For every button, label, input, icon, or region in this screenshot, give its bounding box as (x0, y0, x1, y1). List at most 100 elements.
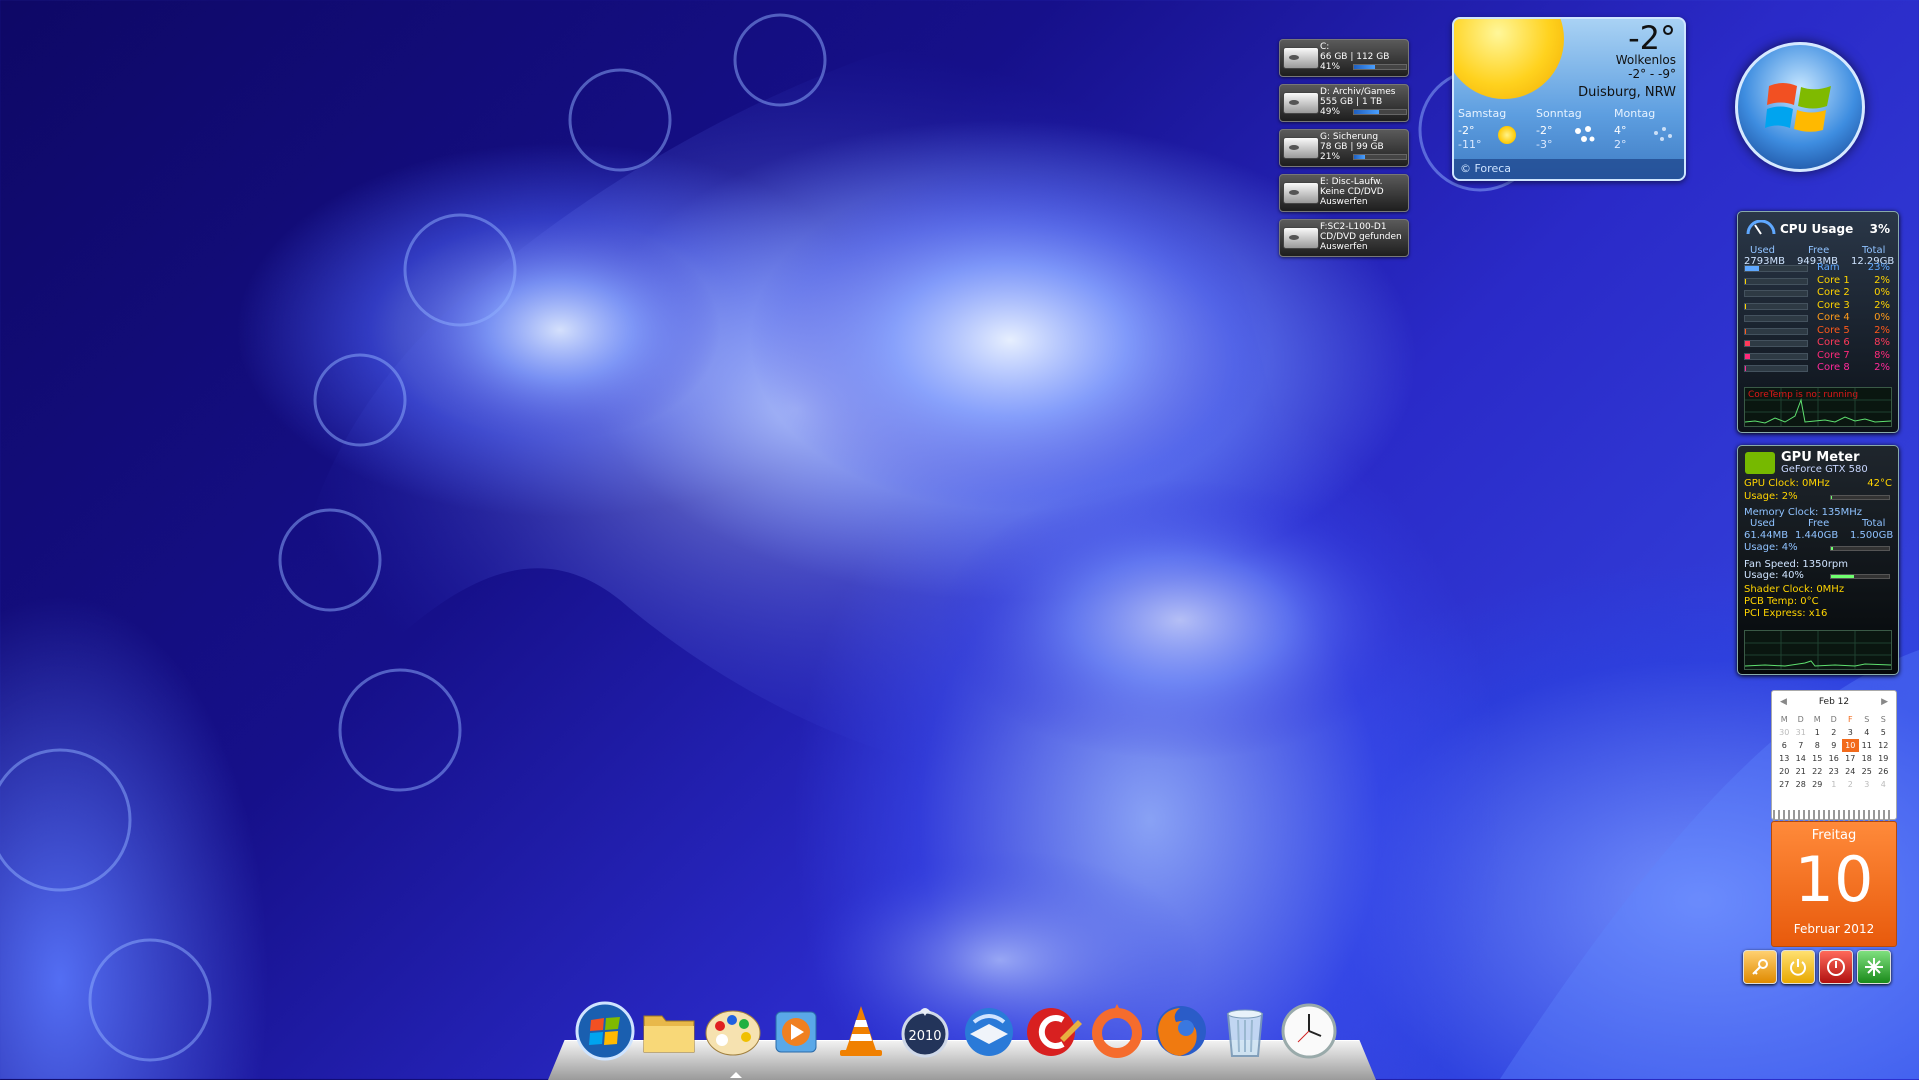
calendar-day[interactable]: 16 (1826, 752, 1843, 765)
media-player-icon (775, 1011, 817, 1053)
calendar-day[interactable]: 3 (1842, 726, 1859, 739)
calendar-day[interactable]: 22 (1809, 765, 1826, 778)
calendar-day[interactable]: 29 (1809, 778, 1826, 791)
shutdown-button[interactable] (1819, 950, 1853, 984)
calendar-day[interactable]: 30 (1776, 726, 1793, 739)
gpu-usage: Usage: 2% (1744, 491, 1798, 502)
sun-icon (1454, 19, 1564, 99)
cpu-row-value: 0% (1874, 312, 1890, 323)
calendar-day[interactable]: 8 (1809, 739, 1826, 752)
cpu-usage-gadget[interactable]: CPU Usage 3% Used Free Total 2793MB 9493… (1737, 211, 1899, 433)
calendar-day[interactable]: 2 (1826, 726, 1843, 739)
calendar-day[interactable]: 2 (1842, 778, 1859, 791)
calendar-day[interactable]: 11 (1859, 739, 1876, 752)
drive-g[interactable]: G: Sicherung 78 GB | 99 GB 21% (1279, 129, 1409, 167)
dock-item-clock[interactable] (1278, 1000, 1340, 1062)
gpu-usage-bar (1830, 495, 1890, 500)
nvidia-logo-icon (1745, 452, 1775, 474)
dock-item-nero[interactable]: 2010 (894, 1000, 956, 1062)
calendar-weekday: D (1830, 715, 1837, 724)
calendar-day[interactable]: 17 (1842, 752, 1859, 765)
calendar-day[interactable]: 4 (1875, 778, 1892, 791)
calendar-day[interactable]: 1 (1826, 778, 1843, 791)
vram-total-value: 1.500GB (1850, 530, 1894, 541)
calendar-day[interactable]: 21 (1793, 765, 1810, 778)
dock-item-explorer[interactable] (638, 1000, 700, 1062)
calendar-day[interactable]: 3 (1859, 778, 1876, 791)
calendar-week-row: 27 28 29 1 2 3 4 (1776, 778, 1892, 791)
calendar-day[interactable]: 7 (1793, 739, 1810, 752)
standby-button[interactable] (1781, 950, 1815, 984)
drive-c[interactable]: C: 66 GB | 112 GB 41% (1279, 39, 1409, 77)
calendar-day[interactable]: 18 (1859, 752, 1876, 765)
calendar-weekday: M (1780, 715, 1788, 724)
drive-d[interactable]: D: Archiv/Games 555 GB | 1 TB 49% (1279, 84, 1409, 122)
calendar-day[interactable]: 26 (1875, 765, 1892, 778)
calendar-day[interactable]: 19 (1875, 752, 1892, 765)
dock-item-thunderbird[interactable] (958, 1000, 1020, 1062)
clock-icon (1281, 1003, 1337, 1059)
dock-item-start[interactable] (574, 1000, 636, 1062)
windows-orb[interactable] (1735, 42, 1865, 172)
calendar-week-row: 30 31 1 2 3 4 5 (1776, 726, 1892, 739)
calendar-day[interactable]: 12 (1875, 739, 1892, 752)
restart-button[interactable] (1857, 950, 1891, 984)
calendar-day[interactable]: 31 (1793, 726, 1810, 739)
calendar-day[interactable]: 4 (1859, 726, 1876, 739)
calendar-day[interactable]: 5 (1875, 726, 1892, 739)
calendar-gadget[interactable]: ◀ Feb 12 ▶ M D M D F S S 30 31 1 2 3 4 5 6 7 8 9 10 11 12 13 1… (1771, 690, 1897, 947)
calendar-day[interactable]: 15 (1809, 752, 1826, 765)
cpu-row-label: Core 6 (1817, 337, 1850, 348)
lock-button[interactable] (1743, 950, 1777, 984)
calendar-day[interactable]: 25 (1859, 765, 1876, 778)
eject-link[interactable]: Auswerfen (1320, 242, 1402, 252)
calendar-day-today[interactable]: 10 (1842, 739, 1859, 752)
calendar-day[interactable]: 1 (1809, 726, 1826, 739)
dock-item-paint[interactable] (702, 1000, 764, 1062)
cpu-row-ram: Ram 23% (1744, 262, 1892, 274)
calendar-day[interactable]: 28 (1793, 778, 1810, 791)
dock-item-media-player[interactable] (766, 1000, 828, 1062)
calendar-week-row: 6 7 8 9 10 11 12 (1776, 739, 1892, 752)
dock-item-recycle-bin[interactable] (1214, 1000, 1276, 1062)
eject-link[interactable]: Auswerfen (1320, 197, 1384, 207)
weather-gadget[interactable]: -2° Wolkenlos -2° - -9° Duisburg, NRW Sa… (1452, 17, 1686, 181)
calendar-day[interactable]: 27 (1776, 778, 1793, 791)
calendar-today: Freitag 10 Februar 2012 (1771, 821, 1897, 947)
drive-usage-bar (1353, 109, 1407, 115)
dock-item-firefox[interactable] (1150, 1000, 1212, 1062)
calendar-day[interactable]: 14 (1793, 752, 1810, 765)
drive-size: 555 GB | 1 TB (1320, 97, 1383, 107)
calendar-month-view: ◀ Feb 12 ▶ M D M D F S S 30 31 1 2 3 4 5 6 7 8 9 10 11 12 13 1… (1771, 690, 1897, 820)
cpu-row-bar (1744, 265, 1808, 272)
calendar-weekday: M (1813, 715, 1821, 724)
nero-2010-icon: 2010 (901, 1008, 949, 1058)
dock-item-vlc[interactable] (830, 1000, 892, 1062)
cpu-row-bar (1744, 277, 1808, 285)
drive-e[interactable]: E: Disc-Laufw. Keine CD/DVD Auswerfen (1279, 174, 1409, 212)
calendar-day[interactable]: 6 (1776, 739, 1793, 752)
ram-free-header: Free (1808, 245, 1830, 256)
calendar-day[interactable]: 24 (1842, 765, 1859, 778)
drive-usage-bar (1353, 64, 1407, 70)
dock-item-ccleaner[interactable] (1022, 1000, 1084, 1062)
restart-icon (1865, 958, 1883, 976)
gpu-meter-gadget[interactable]: GPU Meter GeForce GTX 580 GPU Clock: 0MH… (1737, 445, 1899, 675)
drive-f[interactable]: F:SC2-L100-D1 CD/DVD gefunden Auswerfen (1279, 219, 1409, 257)
cpu-row-bar (1744, 290, 1808, 297)
cpu-row-label: Core 7 (1817, 349, 1850, 361)
calendar-day[interactable]: 23 (1826, 765, 1843, 778)
weather-source[interactable]: © Foreca (1454, 159, 1684, 179)
next-month-icon[interactable]: ▶ (1881, 697, 1888, 707)
drive-size: 66 GB | 112 GB (1320, 52, 1390, 62)
calendar-week-row: 20 21 22 23 24 25 26 (1776, 765, 1892, 778)
cpu-row-label: Ram (1817, 262, 1840, 273)
dock-item-origin[interactable] (1086, 1000, 1148, 1062)
drive-size: 78 GB | 99 GB (1320, 142, 1384, 152)
memory-usage-bar (1830, 546, 1890, 551)
thunderbird-icon (965, 1008, 1013, 1056)
calendar-day[interactable]: 9 (1826, 739, 1843, 752)
calendar-day[interactable]: 20 (1776, 765, 1793, 778)
weather-condition: Wolkenlos (1615, 53, 1676, 67)
calendar-day[interactable]: 13 (1776, 752, 1793, 765)
